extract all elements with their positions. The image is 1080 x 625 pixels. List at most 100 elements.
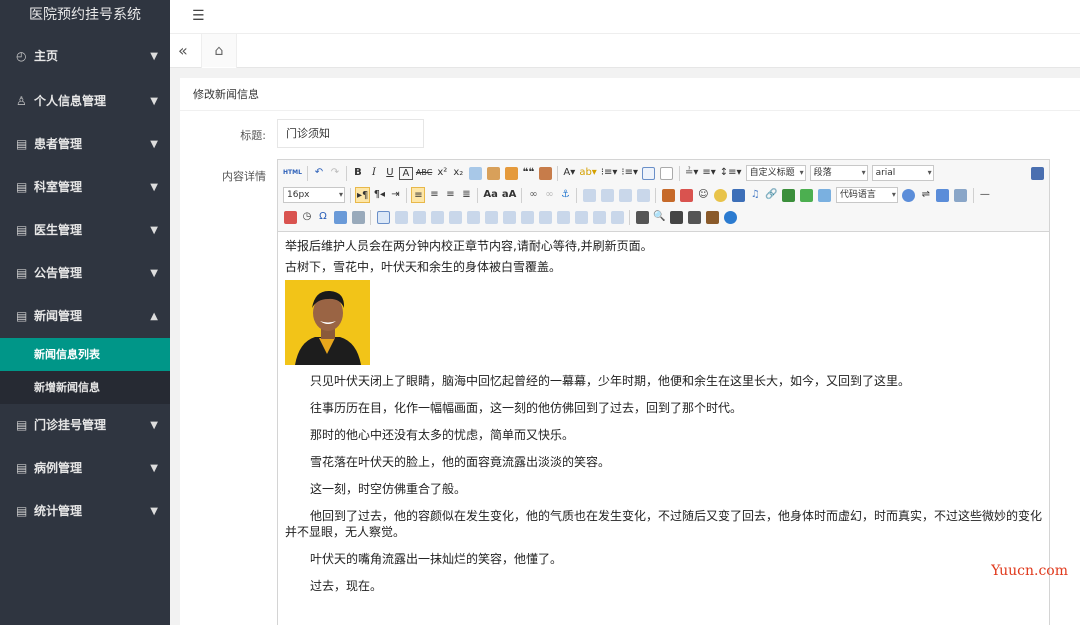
autotypeset-icon[interactable] [705, 210, 719, 224]
delete-table-icon[interactable] [394, 210, 408, 224]
insert-video-icon[interactable] [731, 188, 745, 202]
to-uppercase-icon[interactable]: Aa [482, 187, 499, 203]
template-icon[interactable] [936, 188, 950, 202]
custom-title-select[interactable]: 自定义标题 [745, 165, 806, 181]
clear-doc-icon[interactable] [660, 166, 674, 180]
html-source-icon[interactable]: HTML [282, 165, 303, 181]
auto-format-icon[interactable] [504, 166, 518, 180]
attachment-icon[interactable]: 🔗 [764, 187, 778, 203]
date-icon[interactable] [283, 210, 297, 224]
strikethrough-icon[interactable]: ABC [415, 165, 433, 181]
emotion-icon[interactable]: ☺ [696, 187, 710, 203]
insert-col-icon[interactable] [466, 210, 480, 224]
font-color-icon[interactable]: A▾ [562, 165, 576, 181]
font-size-select[interactable]: 16px [283, 187, 345, 203]
underline-icon[interactable]: U [383, 165, 397, 181]
insert-paragraph-before-table-icon[interactable] [412, 210, 426, 224]
paragraph-select[interactable]: 段落 [809, 165, 868, 181]
insert-image-icon[interactable] [661, 188, 675, 202]
subscript-icon[interactable]: x₂ [451, 165, 465, 181]
word-image-icon[interactable] [333, 210, 347, 224]
merge-cells-icon[interactable] [502, 210, 516, 224]
merge-right-icon[interactable] [520, 210, 534, 224]
sidebar-item-announcements[interactable]: ▤ 公告管理 ▼ [0, 252, 170, 295]
rich-text-editor[interactable]: HTML ↶ ↷ B I U A ABC x² x₂ ❝❝ A▾ ab▾ ⁝≡▾… [277, 159, 1050, 625]
preview-icon[interactable]: 🔍 [652, 209, 666, 225]
merge-down-icon[interactable] [538, 210, 552, 224]
font-border-icon[interactable]: A [398, 166, 413, 180]
align-center-icon[interactable]: ≡ [427, 187, 441, 203]
pagebreak-icon[interactable]: ⇌ [919, 187, 933, 203]
direction-ltr-icon[interactable]: ▸¶ [355, 187, 371, 203]
line-height-icon[interactable]: ↕≡▾ [719, 165, 743, 181]
scrawl-icon[interactable] [713, 188, 727, 202]
home-tab-icon[interactable]: ⌂ [201, 34, 237, 69]
format-painter-icon[interactable] [486, 166, 500, 180]
time-icon[interactable]: ◷ [300, 209, 314, 225]
sidebar-item-profile[interactable]: ♙ 个人信息管理 ▼ [0, 80, 170, 123]
highlight-color-icon[interactable]: ab▾ [578, 165, 598, 181]
print-icon[interactable] [635, 210, 649, 224]
sidebar-subitem-news-add[interactable]: 新增新闻信息 [0, 371, 170, 404]
image-left-icon[interactable] [600, 188, 614, 202]
sidebar-item-home[interactable]: ◴ 主页 ▼ [0, 33, 170, 80]
image-none-icon[interactable] [582, 188, 596, 202]
align-left-icon[interactable]: ≡ [411, 187, 426, 203]
row-spacing-bottom-icon[interactable]: ≡▾ [701, 165, 716, 181]
direction-rtl-icon[interactable]: ¶◂ [372, 187, 386, 203]
split-to-cells-icon[interactable] [556, 210, 570, 224]
sidebar-item-departments[interactable]: ▤ 科室管理 ▼ [0, 166, 170, 209]
to-lowercase-icon[interactable]: aA [501, 187, 518, 203]
search-replace-icon[interactable] [669, 210, 683, 224]
snapscreen-icon[interactable] [351, 210, 365, 224]
indent-icon[interactable]: ⇥ [388, 187, 402, 203]
sidebar-item-statistics[interactable]: ▤ 统计管理 ▼ [0, 490, 170, 533]
blockquote-icon[interactable]: ❝❝ [521, 165, 535, 181]
eraser-icon[interactable] [468, 166, 482, 180]
font-family-select[interactable]: arial [871, 165, 934, 181]
anchor-icon[interactable]: ⚓ [558, 187, 572, 203]
paste-plain-icon[interactable] [538, 166, 552, 180]
insert-frame-icon[interactable] [818, 188, 832, 202]
split-to-cols-icon[interactable] [592, 210, 606, 224]
map-icon[interactable] [782, 188, 796, 202]
ordered-list-icon[interactable]: ⁝≡▾ [600, 165, 619, 181]
align-right-icon[interactable]: ≡ [443, 187, 457, 203]
sidebar-subitem-news-list[interactable]: 新闻信息列表 [0, 338, 170, 371]
editor-content[interactable]: 举报后维护人员会在两分钟内校正章节内容,请耐心等待,并刷新页面。 古树下，雪花中… [278, 232, 1049, 609]
title-input[interactable]: 门诊须知 [277, 119, 424, 148]
music-icon[interactable]: ♫ [748, 187, 762, 203]
italic-icon[interactable]: I [367, 165, 381, 181]
drafts-icon[interactable] [687, 210, 701, 224]
delete-row-icon[interactable] [448, 210, 462, 224]
help-icon[interactable] [723, 210, 737, 224]
double-chevron-left-icon[interactable]: « [178, 41, 188, 60]
sidebar-item-cases[interactable]: ▤ 病例管理 ▼ [0, 447, 170, 490]
insert-table-icon[interactable] [376, 210, 390, 224]
special-chars-icon[interactable]: Ω [316, 209, 330, 225]
row-spacing-top-icon[interactable]: ≟▾ [684, 165, 699, 181]
superscript-icon[interactable]: x² [435, 165, 449, 181]
fullscreen-icon[interactable] [1030, 166, 1044, 180]
undo-icon[interactable]: ↶ [312, 165, 326, 181]
unordered-list-icon[interactable]: ⁝≡▾ [620, 165, 639, 181]
webapp-icon[interactable] [902, 188, 916, 202]
sidebar-item-registration[interactable]: ▤ 门诊挂号管理 ▼ [0, 404, 170, 447]
align-justify-icon[interactable]: ≣ [459, 187, 473, 203]
insert-row-icon[interactable] [430, 210, 444, 224]
horizontal-rule-icon[interactable]: — [978, 187, 992, 203]
split-to-rows-icon[interactable] [574, 210, 588, 224]
chart-icon[interactable] [610, 210, 624, 224]
bold-icon[interactable]: B [351, 165, 365, 181]
select-all-icon[interactable] [642, 166, 656, 180]
menu-collapse-icon[interactable]: ☰ [192, 8, 205, 24]
code-language-select[interactable]: 代码语言 [835, 187, 898, 203]
sidebar-item-news[interactable]: ▤ 新闻管理 ▲ [0, 295, 170, 338]
sidebar-item-patients[interactable]: ▤ 患者管理 ▼ [0, 123, 170, 166]
delete-col-icon[interactable] [484, 210, 498, 224]
image-center-icon[interactable] [636, 188, 650, 202]
gmap-icon[interactable] [800, 188, 814, 202]
link-icon[interactable]: ∞ [526, 187, 540, 203]
redo-icon[interactable]: ↷ [328, 165, 342, 181]
sidebar-item-doctors[interactable]: ▤ 医生管理 ▼ [0, 209, 170, 252]
